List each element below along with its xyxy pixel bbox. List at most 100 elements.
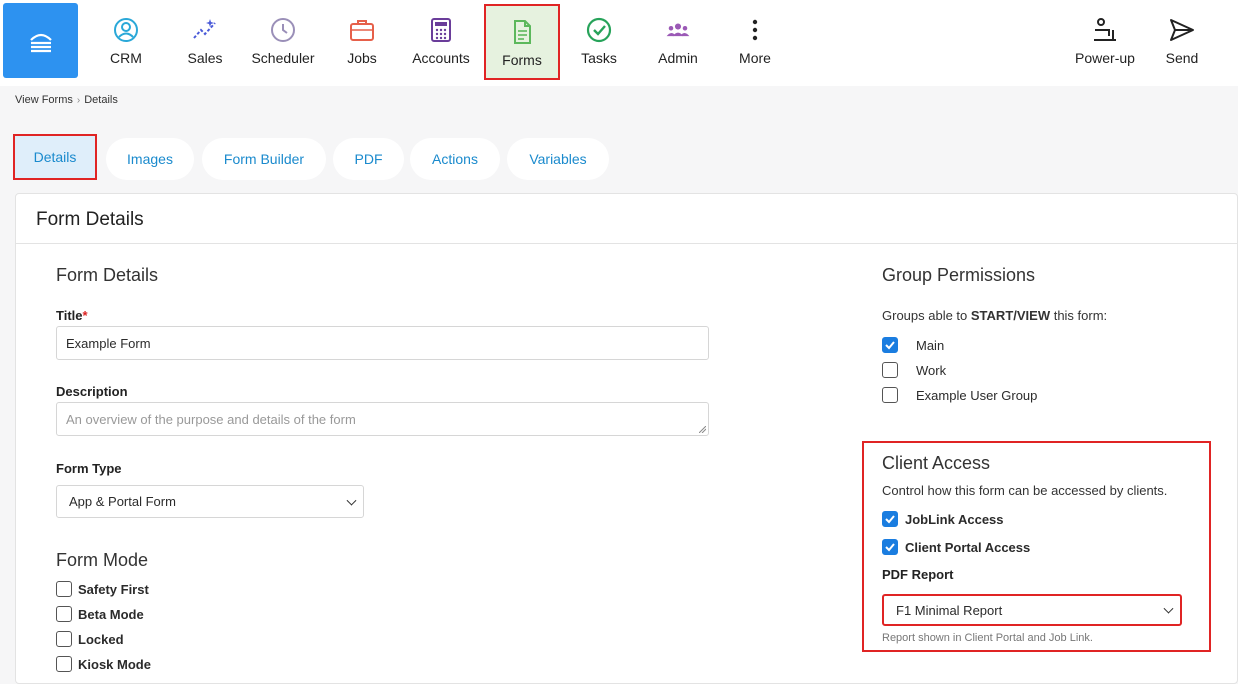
option-label: JobLink Access — [905, 511, 1004, 527]
sparkle-chart-icon — [193, 19, 216, 39]
checkbox[interactable] — [882, 387, 898, 403]
title-input[interactable]: Example Form — [56, 326, 709, 360]
group-main[interactable]: Main — [882, 337, 944, 353]
description-textarea[interactable]: An overview of the purpose and details o… — [56, 402, 709, 436]
calculator-icon — [431, 18, 451, 42]
nav-item-accounts[interactable]: Accounts — [402, 0, 480, 80]
checkbox[interactable] — [56, 656, 72, 672]
description-label: Description — [56, 384, 128, 399]
pdf-report-select[interactable]: F1 Minimal Report — [882, 594, 1182, 626]
breadcrumb: View Forms › Details — [15, 94, 118, 106]
nav-item-scheduler[interactable]: Scheduler — [244, 0, 322, 80]
nav-label: Sales — [187, 50, 223, 66]
mode-label: Kiosk Mode — [78, 656, 151, 672]
nav-item-tasks[interactable]: Tasks — [560, 0, 638, 80]
nav-label: Forms — [502, 52, 542, 68]
nav-label: Jobs — [347, 50, 377, 66]
nav-item-forms[interactable]: Forms — [484, 4, 560, 80]
group-icon — [666, 23, 690, 37]
mode-locked[interactable]: Locked — [56, 631, 124, 647]
title-label-text: Title — [56, 308, 83, 323]
send-icon — [1170, 19, 1194, 41]
chevron-down-icon — [1163, 603, 1174, 614]
app-logo[interactable] — [3, 3, 78, 78]
nav-label: Tasks — [581, 50, 617, 66]
group-example-user-group[interactable]: Example User Group — [882, 387, 1037, 403]
option-label: Client Portal Access — [905, 539, 1031, 555]
form-type-label: Form Type — [56, 461, 122, 476]
form-type-value: App & Portal Form — [69, 494, 176, 509]
power-up-icon — [1094, 18, 1116, 41]
check-icon — [885, 543, 895, 552]
tab-variables[interactable]: Variables — [507, 138, 609, 180]
group-label: Work — [916, 362, 947, 378]
checkbox-checked[interactable] — [882, 337, 898, 353]
checkbox-checked[interactable] — [882, 511, 898, 527]
client-portal-access[interactable]: Client Portal Access — [882, 539, 1030, 555]
description-placeholder: An overview of the purpose and details o… — [66, 411, 356, 427]
tab-pdf[interactable]: PDF — [333, 138, 404, 180]
checkbox-checked[interactable] — [882, 539, 898, 555]
client-access-description: Control how this form can be accessed by… — [882, 483, 1168, 498]
form-type-select[interactable]: App & Portal Form — [56, 485, 364, 518]
tab-details[interactable]: Details — [13, 134, 97, 180]
intro-suffix: this form: — [1050, 308, 1108, 323]
clock-icon — [271, 18, 295, 42]
pdf-report-value: F1 Minimal Report — [896, 602, 1003, 618]
intro-prefix: Groups able to — [882, 308, 971, 323]
nav-item-jobs[interactable]: Jobs — [323, 0, 401, 80]
nav-label: CRM — [110, 50, 142, 66]
intro-strong: START/VIEW — [970, 308, 1051, 323]
mode-kiosk[interactable]: Kiosk Mode — [56, 656, 151, 672]
nav-label: Send — [1165, 50, 1199, 66]
logo-icon — [29, 33, 52, 52]
form-details-card: Form Details Form Details Title* Example… — [15, 193, 1238, 684]
nav-label: Scheduler — [251, 50, 315, 66]
card-title: Form Details — [16, 194, 1237, 244]
pdf-report-help: Report shown in Client Portal and Job Li… — [882, 632, 1093, 644]
joblink-access[interactable]: JobLink Access — [882, 511, 1004, 527]
title-value: Example Form — [66, 335, 151, 351]
nav-item-crm[interactable]: CRM — [87, 0, 165, 80]
nav-item-more[interactable]: More — [716, 0, 794, 80]
document-icon — [514, 20, 531, 44]
section-title: Form Details — [56, 265, 159, 285]
user-circle-icon — [114, 18, 138, 42]
permissions-intro: Groups able to START/VIEW this form: — [882, 308, 1107, 323]
client-access-title: Client Access — [882, 453, 991, 473]
checkbox[interactable] — [56, 581, 72, 597]
group-permissions-title: Group Permissions — [882, 265, 1036, 285]
nav-item-power-up[interactable]: Power-up — [1066, 0, 1144, 80]
breadcrumb-separator: › — [76, 94, 81, 106]
group-label: Main — [916, 337, 945, 353]
checkbox[interactable] — [56, 631, 72, 647]
nav-label: Accounts — [412, 50, 470, 66]
checkbox[interactable] — [56, 606, 72, 622]
breadcrumb-current: Details — [84, 94, 118, 106]
more-vertical-icon — [752, 19, 758, 41]
mode-label: Safety First — [78, 581, 149, 597]
pdf-report-label: PDF Report — [882, 567, 954, 582]
mode-beta[interactable]: Beta Mode — [56, 606, 144, 622]
mode-label: Locked — [78, 631, 124, 647]
nav-label: Admin — [658, 50, 698, 66]
nav-item-admin[interactable]: Admin — [639, 0, 717, 80]
required-mark: * — [82, 308, 88, 323]
tab-form-builder[interactable]: Form Builder — [202, 138, 326, 180]
tab-actions[interactable]: Actions — [410, 138, 500, 180]
breadcrumb-parent[interactable]: View Forms — [15, 94, 73, 106]
top-nav: CRM Sales Scheduler Jobs Accounts Forms … — [0, 0, 1238, 86]
nav-item-sales[interactable]: Sales — [166, 0, 244, 80]
nav-label: Power-up — [1075, 50, 1135, 66]
briefcase-icon — [350, 20, 374, 41]
group-label: Example User Group — [916, 387, 1038, 403]
mode-safety-first[interactable]: Safety First — [56, 581, 149, 597]
tab-images[interactable]: Images — [106, 138, 194, 180]
check-icon — [885, 341, 895, 350]
nav-item-send[interactable]: Send — [1143, 0, 1221, 80]
group-work[interactable]: Work — [882, 362, 946, 378]
nav-label: More — [739, 50, 771, 66]
checkbox[interactable] — [882, 362, 898, 378]
check-circle-icon — [586, 17, 612, 43]
resize-handle-icon[interactable] — [699, 426, 706, 433]
